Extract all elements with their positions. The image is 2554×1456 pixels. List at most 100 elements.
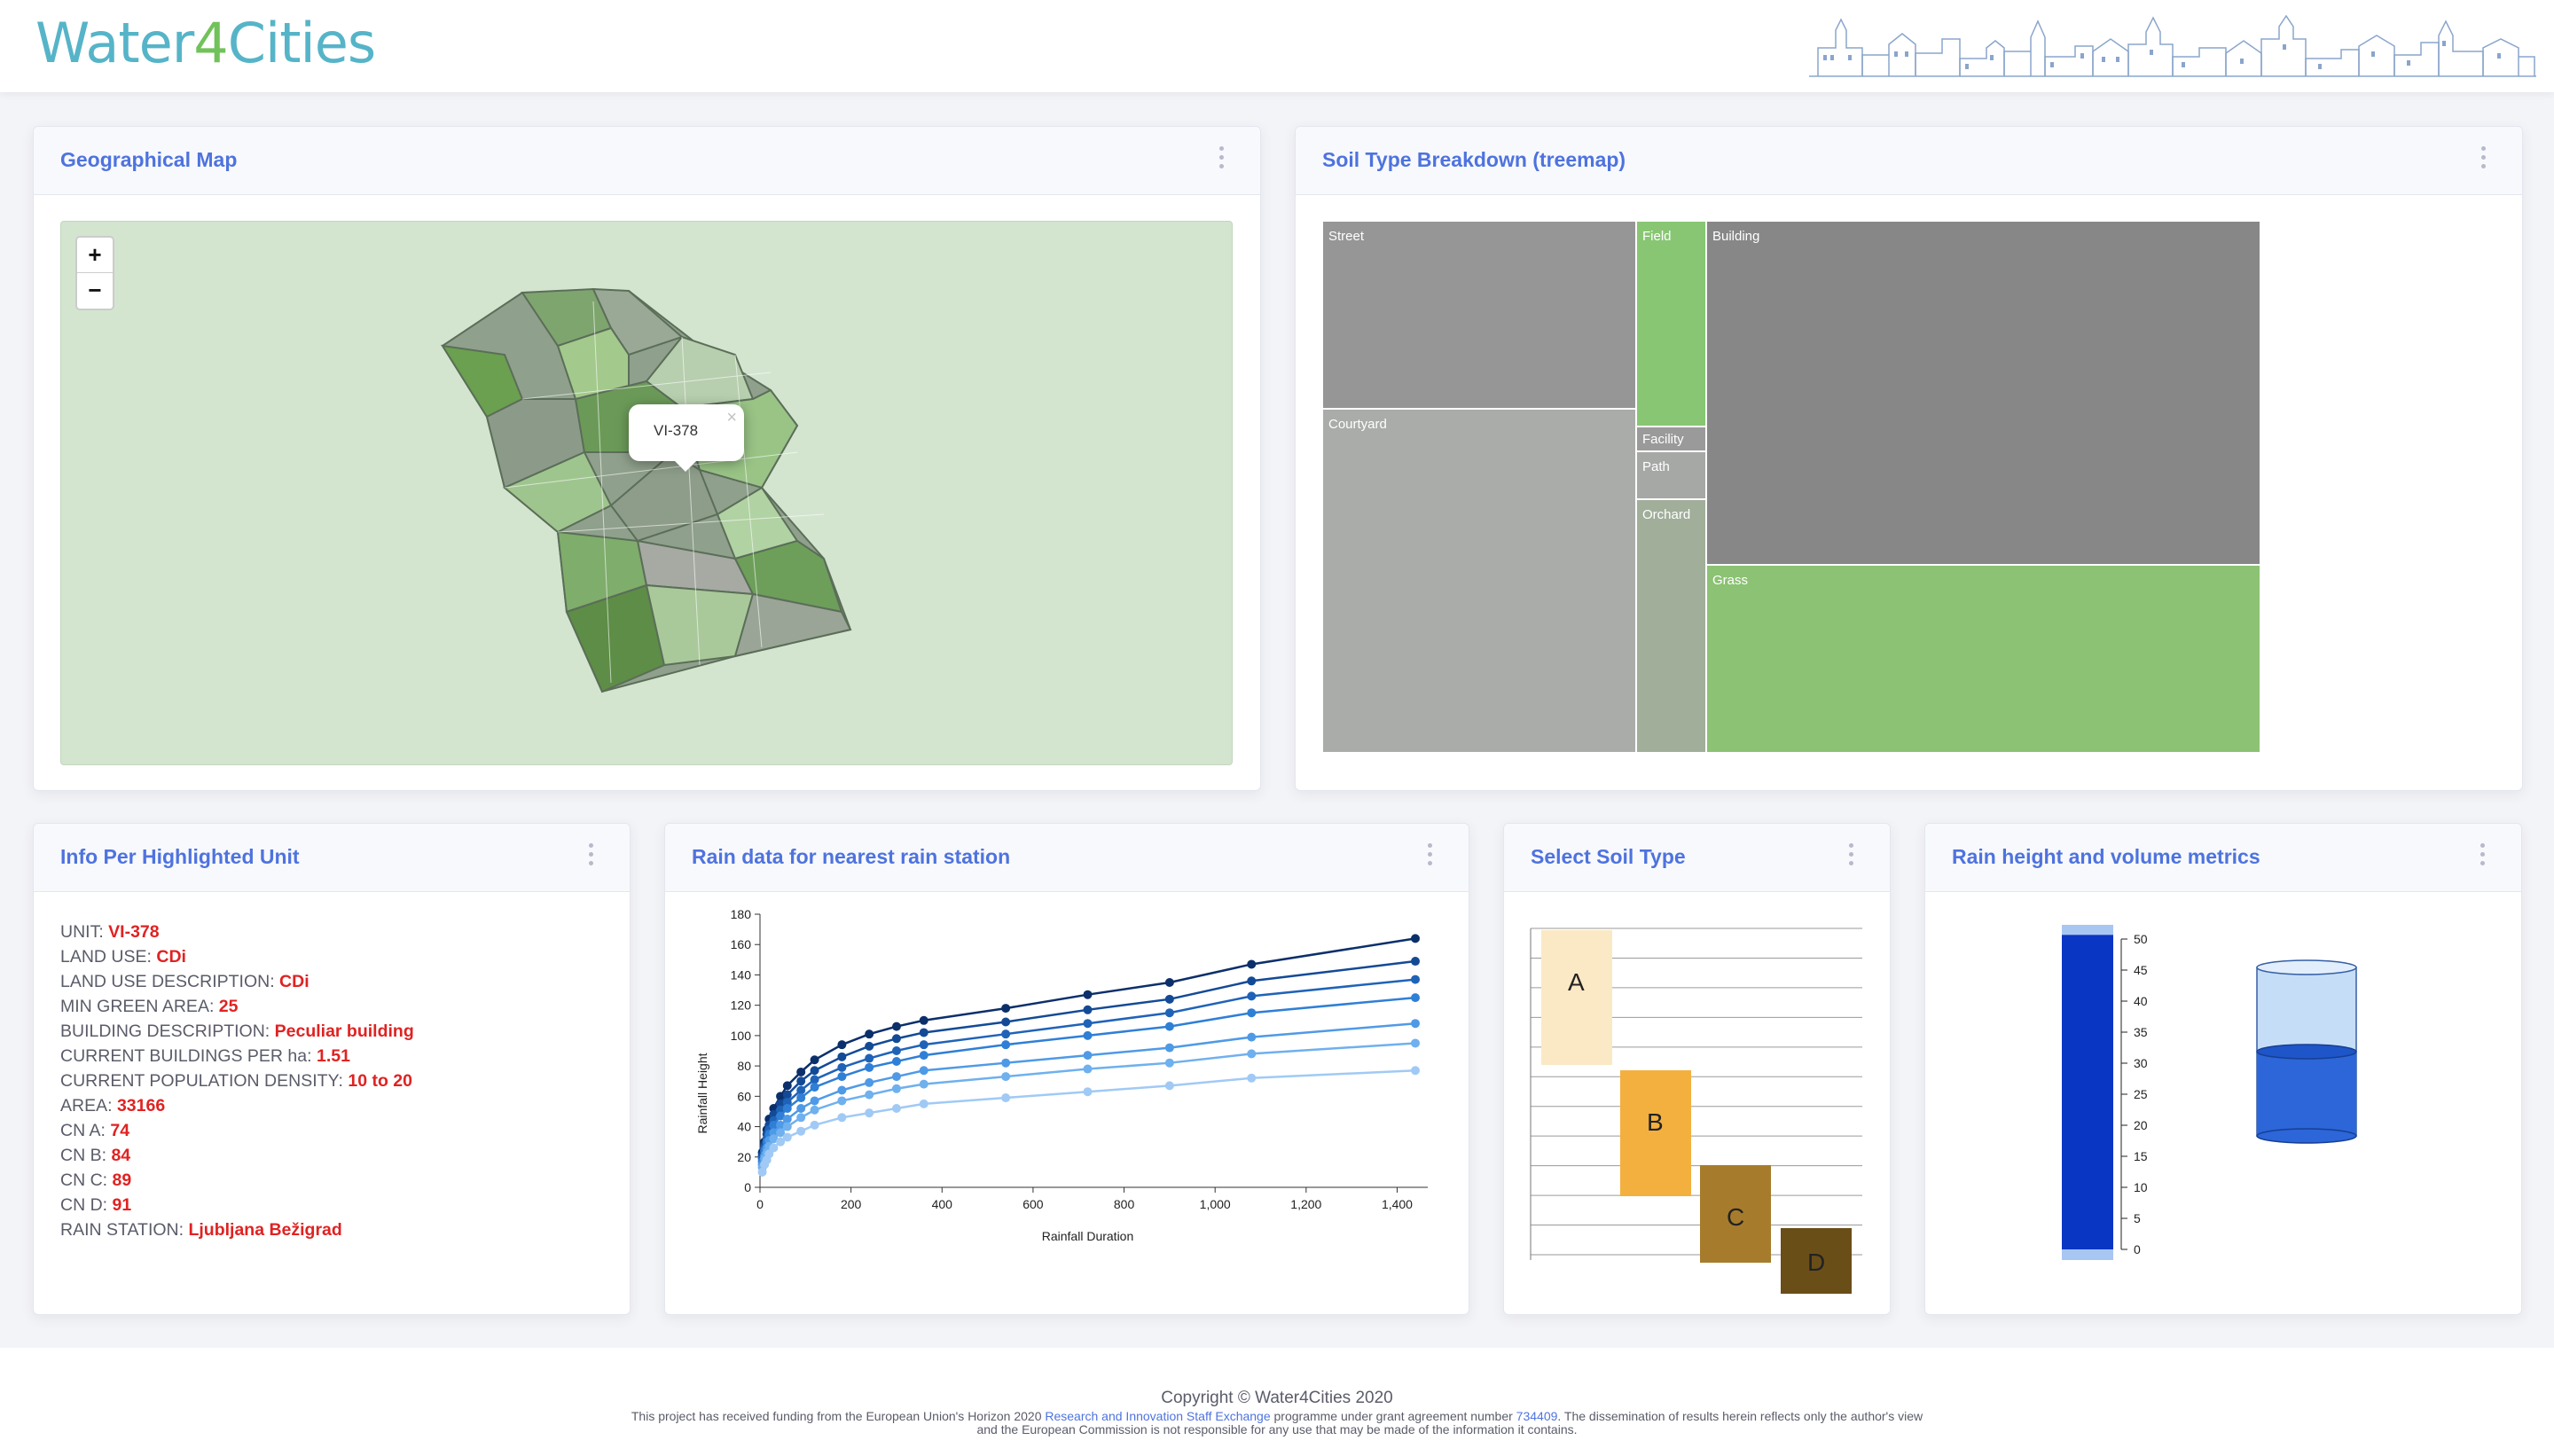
y-tick-label: 100 [731,1029,752,1043]
brand-part-water: Water [35,11,194,75]
x-tick-label: 1,000 [1200,1197,1231,1211]
zoom-in-button[interactable]: + [77,238,113,273]
data-point [1083,990,1093,999]
rise-programme-link[interactable]: Research and Innovation Staff Exchange [1045,1409,1270,1423]
more-options-icon[interactable] [1428,843,1433,868]
data-point [1083,1005,1093,1014]
data-point [1247,991,1257,1001]
more-options-icon[interactable] [1219,146,1225,171]
treemap-cell-grass[interactable]: Grass [1706,565,2260,753]
card-title: Info Per Highlighted Unit [60,845,300,868]
data-point [1083,1030,1093,1040]
data-point [1164,1043,1174,1053]
data-point [810,1096,819,1106]
series-line-1 [761,937,1416,1153]
data-point [796,1113,806,1123]
soil-type-label: B [1647,1108,1664,1136]
treemap-cell-orchard[interactable]: Orchard [1636,499,1706,753]
card-header: Rain height and volume metrics [1925,824,2521,892]
card-title: Soil Type Breakdown (treemap) [1322,148,1626,171]
y-tick-label: 40 [737,1120,751,1134]
popup-close-icon[interactable]: × [726,408,737,428]
data-point [1411,1038,1420,1048]
treemap-cell-path[interactable]: Path [1636,451,1706,499]
treemap-label: Path [1642,459,1670,474]
data-point [919,1079,928,1089]
data-point [782,1132,792,1142]
data-point [810,1066,819,1076]
y-tick-label: 140 [731,967,752,982]
card-header: Select Soil Type [1504,824,1890,892]
rain-height-bar-fill [2062,935,2113,1249]
data-point [1164,1022,1174,1031]
funding-text: programme under grant agreement number [1270,1409,1516,1423]
data-point [837,1085,847,1095]
data-point [810,1120,819,1130]
popup-tip [673,459,698,472]
zoom-out-button[interactable]: − [77,273,113,308]
info-label: CN C: [60,1170,113,1190]
x-tick-label: 600 [1022,1197,1044,1211]
info-value: 89 [112,1170,132,1190]
y-tick-label: 20 [737,1150,751,1164]
data-point [796,1085,806,1095]
treemap-cell-facility[interactable]: Facility [1636,427,1706,451]
info-row: RAIN STATION: Ljubljana Bežigrad [60,1217,414,1242]
info-value: 84 [111,1146,131,1165]
info-label: CN B: [60,1146,112,1165]
grant-number-link[interactable]: 734409 [1516,1409,1558,1423]
info-value: Peculiar building [274,1022,414,1041]
info-per-unit-card: Info Per Highlighted Unit UNIT: VI-378 LA… [33,823,631,1315]
info-row: AREA: 33166 [60,1093,414,1118]
info-label: CN D: [60,1195,113,1215]
funding-text-line2: and the European Commission is not respo… [976,1422,1578,1436]
data-point [1164,978,1174,987]
data-point [782,1115,792,1123]
info-value: 33166 [116,1096,166,1115]
card-header: Soil Type Breakdown (treemap) [1296,127,2522,195]
x-tick-label: 1,400 [1382,1197,1413,1211]
funding-text: . The dissemination of results herein re… [1557,1409,1923,1423]
popup-text: VI-378 [654,422,699,439]
data-point [796,1104,806,1114]
data-point [782,1081,792,1091]
map-parcels[interactable] [61,222,1232,764]
data-point [891,1034,901,1044]
data-point [757,1167,767,1177]
card-header: Rain data for nearest rain station [665,824,1469,892]
geographical-map-card: Geographical Map + − VI-378 × [33,126,1261,791]
more-options-icon[interactable] [589,843,594,868]
soil-type-a-box[interactable] [1541,930,1612,1065]
brand-logo-text[interactable]: Water4Cities [35,11,376,75]
data-point [837,1096,847,1106]
data-point [1164,1081,1174,1091]
info-row: CURRENT POPULATION DENSITY: 10 to 20 [60,1069,414,1093]
card-title: Geographical Map [60,148,238,171]
more-options-icon[interactable] [1849,843,1854,868]
data-point [891,1084,901,1093]
unit-popup: VI-378 × [629,404,744,472]
x-tick-label: 200 [841,1197,862,1211]
data-point [796,1126,806,1136]
treemap-cell-field[interactable]: Field [1636,221,1706,427]
more-options-icon[interactable] [2481,146,2487,171]
data-point [1411,1066,1420,1076]
x-tick-label: 800 [1114,1197,1135,1211]
gauge-tick-label: 0 [2134,1242,2141,1256]
gauge-tick-label: 50 [2134,932,2148,946]
treemap-cell-courtyard[interactable]: Courtyard [1322,409,1636,753]
more-options-icon[interactable] [2480,843,2486,868]
data-point [1411,1019,1420,1029]
funding-text: This project has received funding from t… [631,1409,1046,1423]
data-point [1001,1017,1011,1027]
treemap-label: Street [1328,229,1365,244]
gauge-tick-label: 15 [2134,1149,2148,1163]
data-point [1083,1064,1093,1074]
treemap-cell-building[interactable]: Building [1706,221,2260,565]
data-point [810,1075,819,1084]
data-point [891,1022,901,1031]
map-canvas[interactable]: + − VI-378 × [60,221,1233,765]
card-title: Rain height and volume metrics [1952,845,2260,868]
treemap-cell-street[interactable]: Street [1322,221,1636,409]
info-row: CN A: 74 [60,1118,414,1143]
